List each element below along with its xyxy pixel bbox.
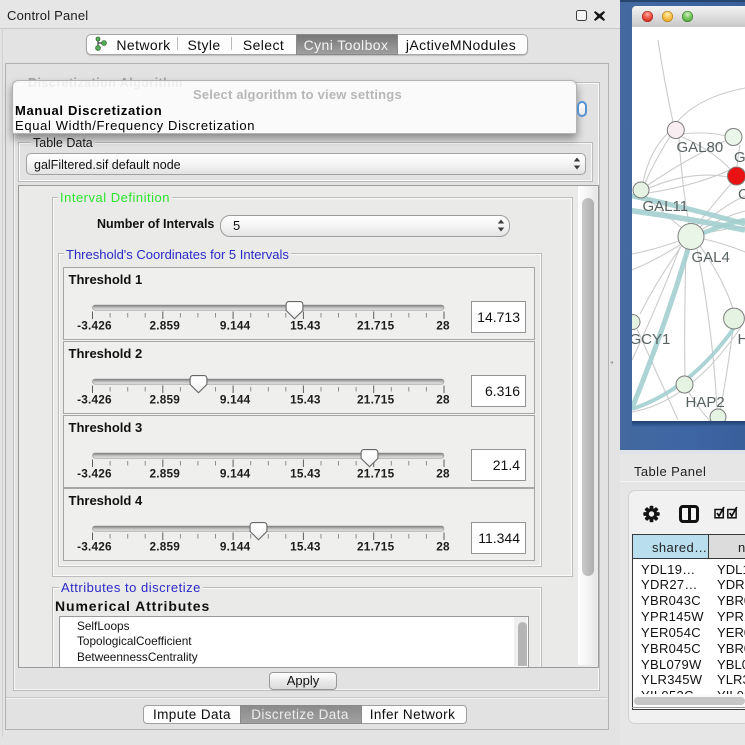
svg-text:CD: CD <box>738 186 745 203</box>
svg-text:-3.426: -3.426 <box>77 466 112 480</box>
svg-text:15.43: 15.43 <box>290 540 321 554</box>
svg-text:2.859: 2.859 <box>149 392 180 406</box>
svg-text:9.144: 9.144 <box>219 466 250 480</box>
svg-text:28: 28 <box>436 466 450 480</box>
svg-text:28: 28 <box>436 392 450 406</box>
svg-text:2.859: 2.859 <box>149 466 180 480</box>
svg-text:2.859: 2.859 <box>149 318 180 332</box>
svg-text:15.43: 15.43 <box>290 466 321 480</box>
svg-text:-3.426: -3.426 <box>77 540 112 554</box>
svg-text:-3.426: -3.426 <box>77 318 112 332</box>
svg-text:9.144: 9.144 <box>219 392 250 406</box>
svg-text:GAL3: GAL3 <box>734 149 745 166</box>
svg-text:21.715: 21.715 <box>357 540 395 554</box>
svg-text:15.43: 15.43 <box>290 318 321 332</box>
svg-text:28: 28 <box>436 318 450 332</box>
svg-text:9.144: 9.144 <box>219 540 250 554</box>
svg-text:-3.426: -3.426 <box>77 392 112 406</box>
svg-text:28: 28 <box>436 540 450 554</box>
svg-text:9.144: 9.144 <box>219 318 250 332</box>
svg-text:15.43: 15.43 <box>290 392 321 406</box>
svg-text:HIS: HIS <box>738 331 745 348</box>
svg-text:HAP2: HAP2 <box>686 394 725 411</box>
svg-text:21.715: 21.715 <box>357 392 395 406</box>
svg-text:GAL4: GAL4 <box>692 249 730 266</box>
svg-text:GCY1: GCY1 <box>632 331 670 348</box>
svg-text:GAL80: GAL80 <box>677 139 724 156</box>
svg-text:GAL11: GAL11 <box>643 198 689 215</box>
svg-text:2.859: 2.859 <box>149 540 180 554</box>
svg-text:21.715: 21.715 <box>357 318 395 332</box>
svg-text:21.715: 21.715 <box>357 466 395 480</box>
